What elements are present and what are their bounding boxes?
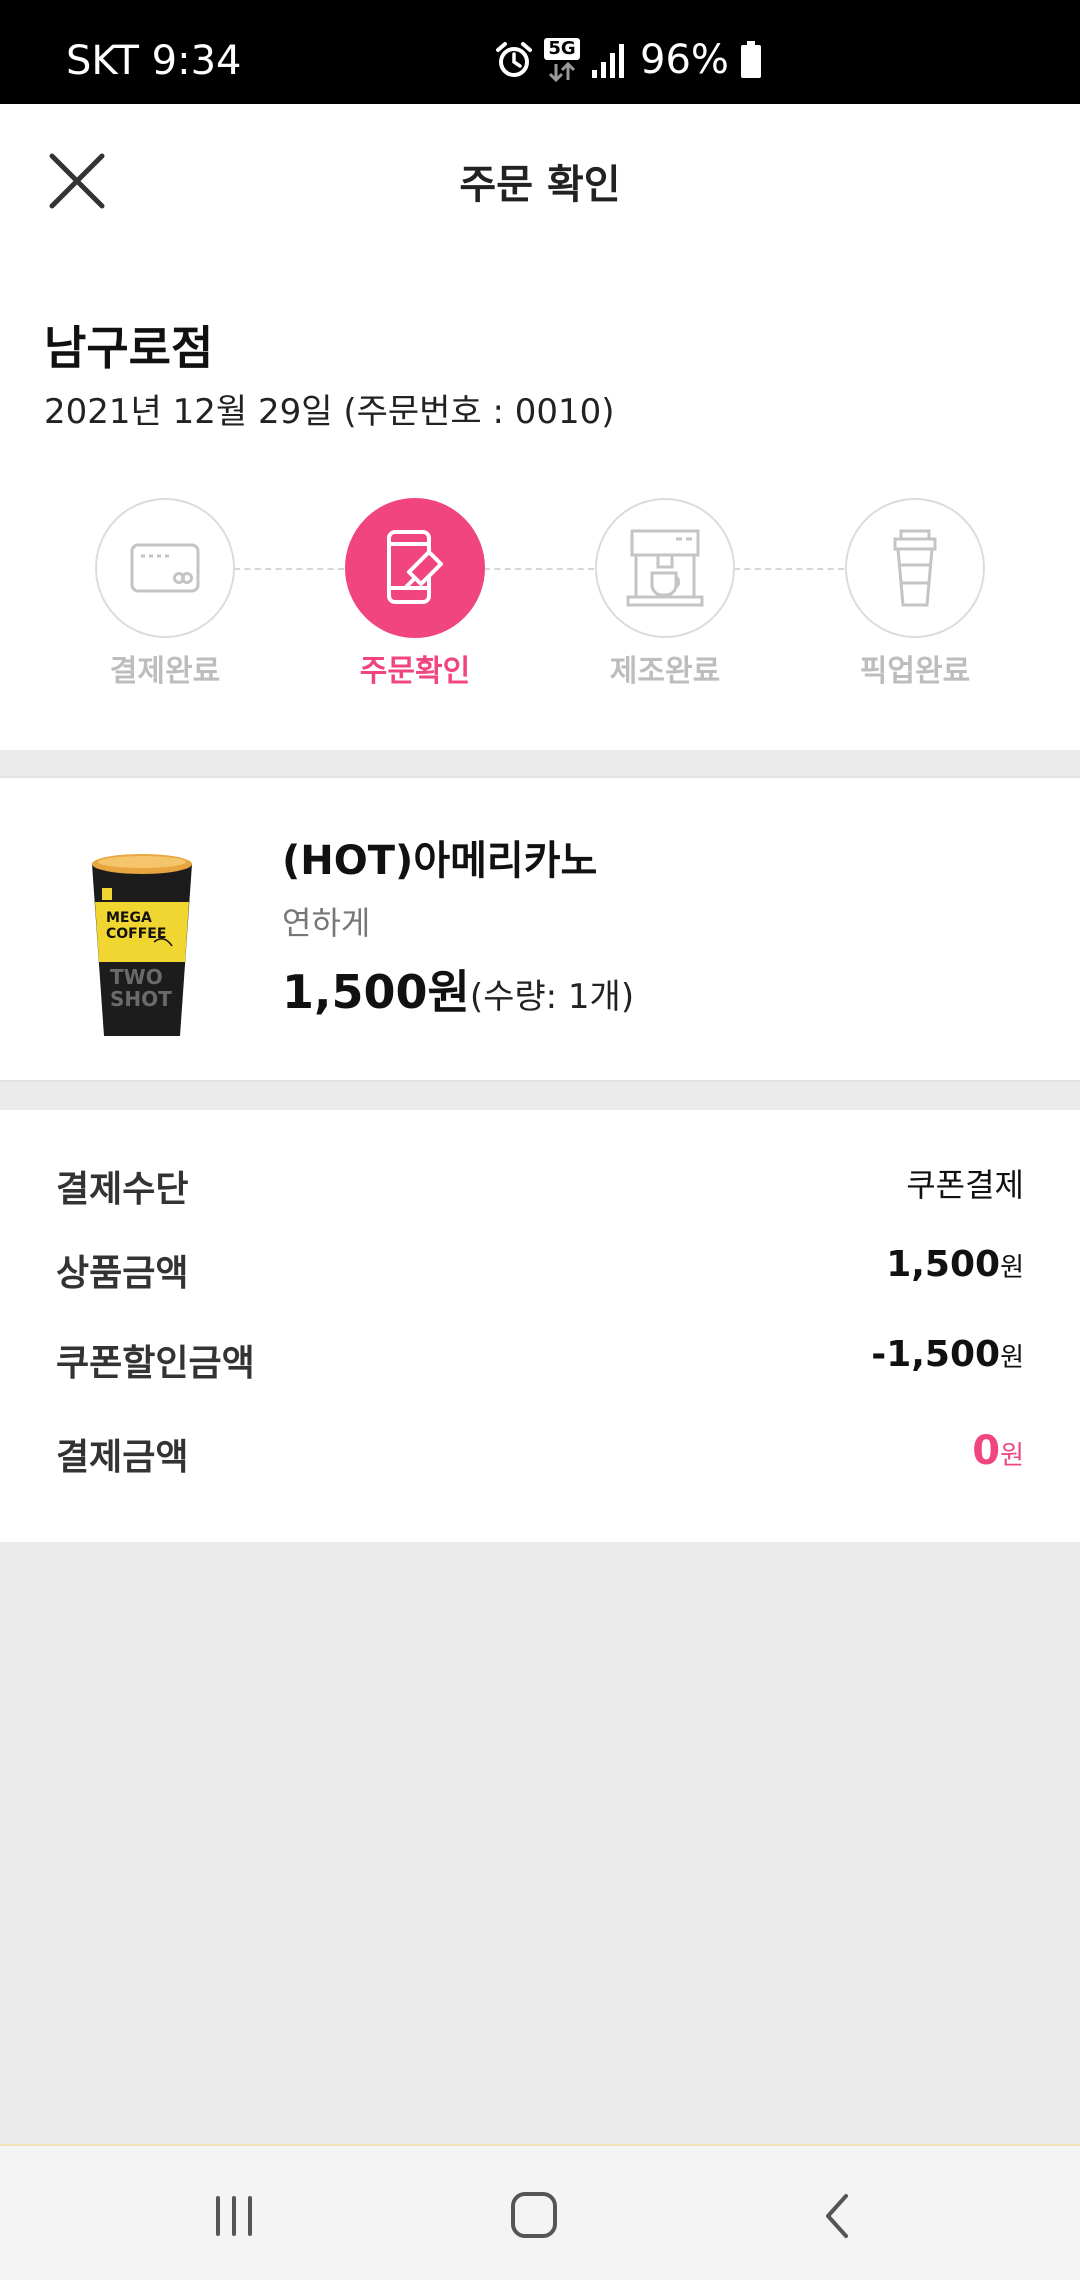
step-label: 주문확인	[359, 654, 471, 689]
step-preparation-complete: 제조완료	[595, 498, 735, 690]
recent-apps-icon[interactable]	[204, 2188, 264, 2244]
coupon-discount-value: -1,500원	[871, 1334, 1024, 1375]
product-amount-row: 상품금액 1,500원	[56, 1244, 1024, 1304]
product-amount-value: 1,500원	[886, 1244, 1024, 1285]
step-connector	[734, 568, 844, 570]
status-bar: SKT 9:34 5G 96%	[0, 0, 1080, 104]
step-payment-complete: 결제완료	[95, 498, 235, 690]
carrier-time: SKT 9:34	[66, 38, 242, 84]
payment-amount-row: 결제금액 0원	[56, 1428, 1024, 1488]
product-price-line: 1,500원(수량: 1개)	[282, 956, 634, 1022]
status-icons: 5G 96%	[494, 36, 763, 84]
payment-amount-value: 0원	[972, 1428, 1024, 1474]
cup-text: MEGA	[106, 910, 152, 926]
home-icon[interactable]	[504, 2188, 564, 2244]
takeout-cup-icon	[893, 529, 937, 607]
coffee-machine-icon	[626, 529, 704, 607]
system-nav-bar	[0, 2144, 1080, 2280]
coupon-discount-row: 쿠폰할인금액 -1,500원	[56, 1334, 1024, 1394]
cup-text: TWO	[110, 965, 163, 989]
cup-text: SHOT	[110, 987, 172, 1011]
phone-order-icon	[387, 530, 443, 604]
alarm-icon	[496, 42, 532, 77]
step-pickup-complete: 픽업완료	[845, 498, 985, 690]
product-quantity: (수량: 1개)	[469, 977, 635, 1017]
payment-summary: 결제수단 쿠폰결제 상품금액 1,500원 쿠폰할인금액 -1,500원 결제금…	[0, 1110, 1080, 1542]
signal-icon	[592, 44, 624, 78]
battery-percent: 96%	[640, 37, 729, 83]
payment-method-row: 결제수단 쿠폰결제	[56, 1160, 1024, 1220]
product-card: MEGA COFFEE TWO SHOT (HOT)아메리카노 연하게 1,50…	[0, 776, 1080, 1082]
card-icon	[130, 543, 200, 593]
order-date-number: 2021년 12월 29일 (주문번호 : 0010)	[44, 392, 615, 432]
coupon-discount-label: 쿠폰할인금액	[56, 1343, 255, 1384]
payment-method-value: 쿠폰결제	[906, 1166, 1024, 1204]
5g-icon: 5G	[544, 38, 580, 82]
battery-icon	[740, 41, 761, 78]
step-label: 제조완료	[609, 654, 721, 689]
back-icon[interactable]	[808, 2188, 868, 2244]
step-label: 픽업완료	[859, 654, 971, 689]
product-amount-label: 상품금액	[56, 1253, 189, 1294]
page-title: 주문 확인	[459, 162, 621, 208]
product-name: (HOT)아메리카노	[282, 838, 598, 884]
product-image: MEGA COFFEE TWO SHOT	[92, 854, 192, 1036]
step-label: 결제완료	[109, 654, 221, 689]
payment-amount-label: 결제금액	[56, 1437, 189, 1478]
step-connector	[234, 568, 344, 570]
step-connector	[484, 568, 594, 570]
product-price: 1,500원	[282, 965, 470, 1019]
store-name: 남구로점	[44, 321, 214, 375]
order-progress: 결제완료 주문확인 제조완료 픽업완료	[0, 498, 1080, 698]
product-option: 연하게	[282, 904, 371, 942]
payment-method-label: 결제수단	[56, 1169, 189, 1210]
step-order-confirmed: 주문확인	[345, 498, 485, 690]
